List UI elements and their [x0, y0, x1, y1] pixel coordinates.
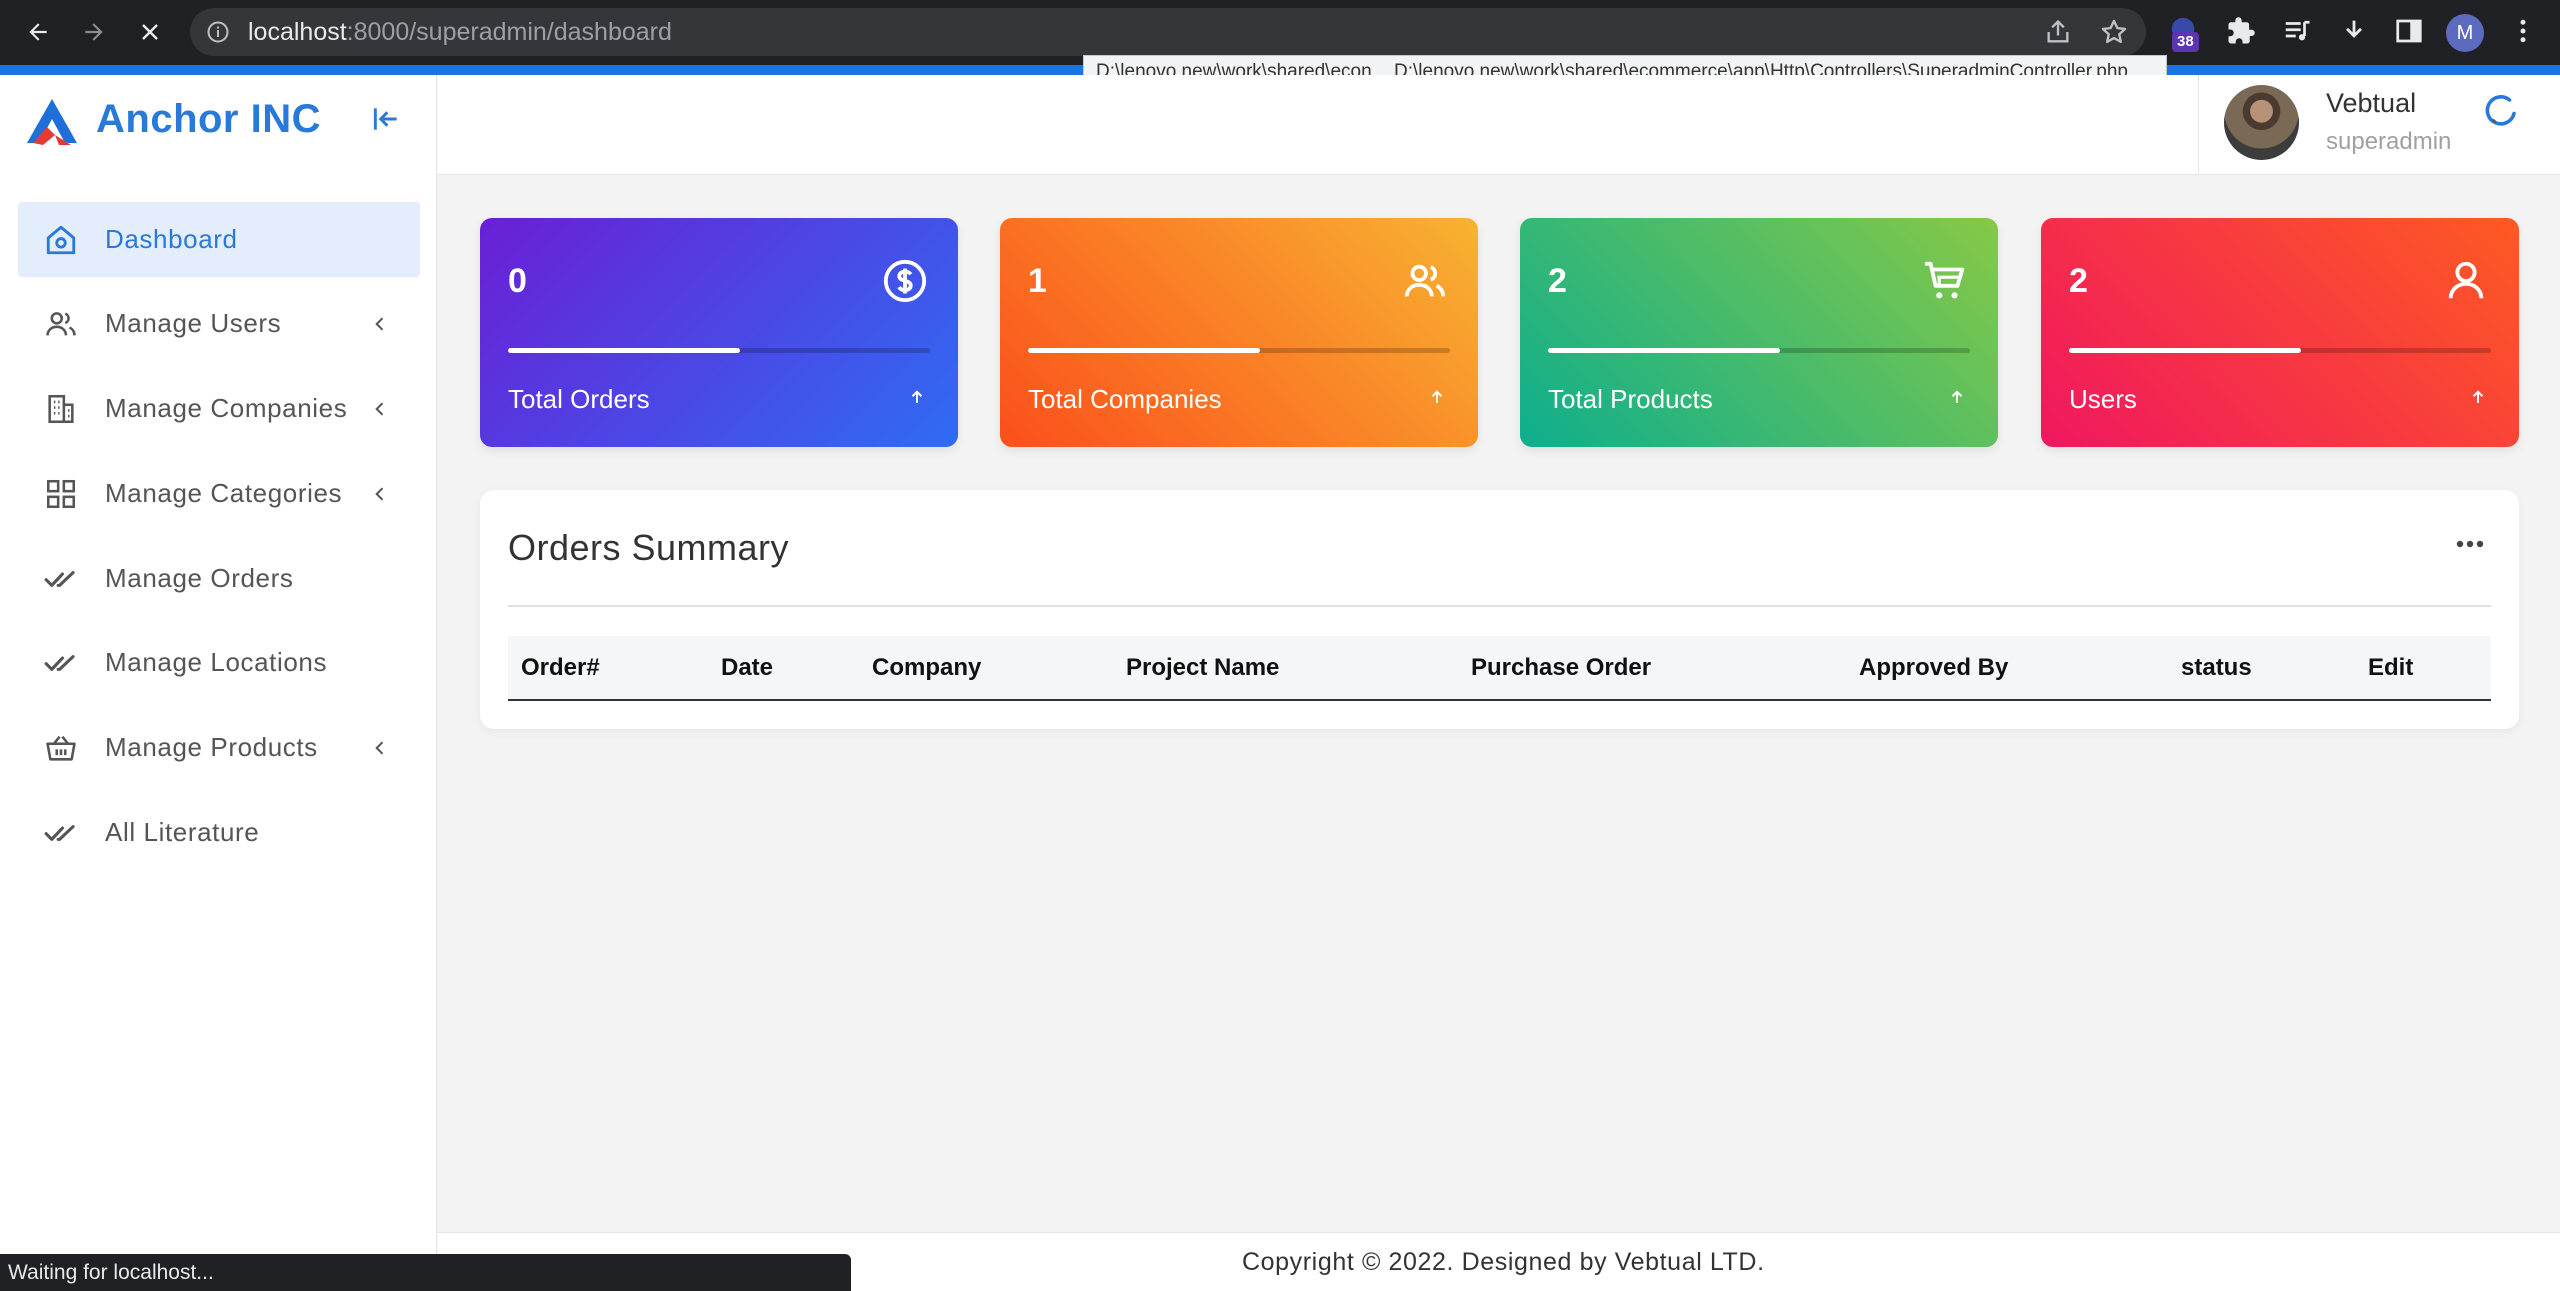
card-progress-fill: [1548, 348, 1781, 353]
card-progress-fill: [1028, 348, 1261, 353]
column-header[interactable]: Company: [859, 636, 1113, 701]
sidebar-item-manage-users[interactable]: Manage Users: [18, 286, 420, 361]
column-header[interactable]: Project Name: [1113, 636, 1458, 701]
column-header[interactable]: Date: [708, 636, 859, 701]
sidebar-item-manage-categories[interactable]: Manage Categories: [18, 456, 420, 531]
sidebar-item-label: Manage Categories: [105, 478, 343, 508]
card-label: Total Companies: [1028, 384, 1222, 414]
table-header-row: Order# Date Company Project Name Purchas…: [508, 636, 2491, 701]
url-path: :8000/superadmin/dashboard: [346, 18, 672, 46]
card-value: 1: [1028, 262, 1047, 300]
basket-icon: [44, 731, 78, 765]
home-icon: [44, 223, 78, 257]
card-value: 2: [1548, 262, 1567, 300]
card-label: Total Products: [1548, 384, 1713, 414]
kebab-menu-icon[interactable]: [2508, 16, 2538, 46]
sidebar-item-manage-locations[interactable]: Manage Locations: [18, 625, 420, 700]
column-header[interactable]: Edit: [2355, 636, 2491, 701]
card-value: 2: [2069, 262, 2088, 300]
url-text[interactable]: localhost:8000/superadmin/dashboard: [248, 18, 672, 46]
card-value: 0: [508, 262, 527, 300]
sidebar-item-label: All Literature: [105, 817, 260, 847]
sidebar-item-label: Manage Products: [105, 732, 318, 762]
card-progress-fill: [2069, 348, 2302, 353]
profile-avatar[interactable]: M: [2446, 14, 2484, 52]
divider: [508, 605, 2491, 607]
sidebar-item-manage-orders[interactable]: Manage Orders: [18, 541, 420, 616]
sidebar-item-label: Manage Orders: [105, 563, 294, 593]
arrow-up-icon: [1428, 388, 1446, 406]
more-options-icon[interactable]: [2455, 538, 2485, 550]
arrow-up-icon: [908, 388, 926, 406]
header-divider: [2198, 75, 2199, 175]
card-progress-track: [1028, 348, 1450, 353]
browser-status-bubble: Waiting for localhost...: [0, 1254, 851, 1291]
sidebar-item-manage-companies[interactable]: Manage Companies: [18, 371, 420, 446]
card-progress-fill: [508, 348, 741, 353]
sidebar-item-label: Dashboard: [105, 224, 238, 254]
arrow-up-icon: [1948, 388, 1966, 406]
anchor-logo-icon[interactable]: [25, 97, 79, 147]
card-progress-track: [508, 348, 930, 353]
chevron-left-icon: [370, 399, 390, 419]
double-check-icon: [44, 646, 78, 680]
brand-name[interactable]: Anchor INC: [96, 97, 321, 142]
sidebar-item-label: Manage Locations: [105, 647, 328, 677]
user-name[interactable]: Vebtual: [2326, 88, 2416, 119]
double-check-icon: [44, 562, 78, 596]
user-role: superadmin: [2326, 128, 2452, 155]
column-header[interactable]: status: [2168, 636, 2355, 701]
side-panel-icon[interactable]: [2394, 16, 2424, 46]
arrow-up-icon: [2469, 388, 2487, 406]
download-icon[interactable]: [2340, 16, 2368, 44]
building-icon: [44, 392, 78, 426]
sidebar-item-manage-products[interactable]: Manage Products: [18, 710, 420, 785]
cart-icon: [1922, 258, 1968, 304]
sidebar-item-label: Manage Companies: [105, 393, 348, 423]
copyright-text: Copyright © 2022. Designed by Vebtual LT…: [1242, 1248, 1765, 1276]
card-label: Total Orders: [508, 384, 650, 414]
chevron-left-icon: [370, 484, 390, 504]
sidebar-item-all-literature[interactable]: All Literature: [18, 795, 420, 870]
loading-spinner-icon: [2484, 94, 2520, 130]
url-host: localhost: [248, 18, 347, 46]
grid-icon: [44, 477, 78, 511]
bookmark-star-icon[interactable]: [2100, 18, 2128, 46]
user-icon: [2443, 258, 2489, 304]
forward-button[interactable]: [74, 12, 114, 52]
users-card[interactable]: 2 Users: [2041, 218, 2519, 447]
stop-loading-button[interactable]: [130, 12, 170, 52]
back-button[interactable]: [18, 12, 58, 52]
arrow-right-icon: [85, 23, 103, 41]
user-avatar[interactable]: [2224, 85, 2299, 160]
extensions-puzzle-icon[interactable]: [2226, 16, 2256, 46]
chevron-left-icon: [370, 314, 390, 334]
chevron-left-icon: [370, 738, 390, 758]
total-companies-card[interactable]: 1 Total Companies: [1000, 218, 1478, 447]
card-progress-track: [2069, 348, 2491, 353]
orders-summary-title: Orders Summary: [508, 527, 790, 568]
media-queue-icon[interactable]: [2282, 16, 2312, 46]
orders-table: Order# Date Company Project Name Purchas…: [508, 636, 2491, 701]
site-info-icon[interactable]: [206, 20, 230, 44]
column-header[interactable]: Approved By: [1846, 636, 2168, 701]
arrow-left-icon: [29, 23, 47, 41]
column-header[interactable]: Order#: [508, 636, 708, 701]
card-label: Users: [2069, 384, 2137, 414]
users-icon: [1402, 258, 1448, 304]
share-icon[interactable]: [2044, 18, 2072, 46]
dollar-circle-icon: [882, 258, 928, 304]
extension-badge: 38: [2172, 32, 2199, 52]
total-orders-card[interactable]: 0 Total Orders: [480, 218, 958, 447]
double-check-icon: [44, 816, 78, 850]
close-icon: [142, 24, 158, 40]
sidebar-item-label: Manage Users: [105, 308, 282, 338]
sidebar-item-dashboard[interactable]: Dashboard: [18, 202, 420, 277]
column-header[interactable]: Purchase Order: [1458, 636, 1846, 701]
card-progress-track: [1548, 348, 1970, 353]
collapse-sidebar-icon[interactable]: [370, 103, 402, 135]
users-icon: [44, 307, 78, 341]
total-products-card[interactable]: 2 Total Products: [1520, 218, 1998, 447]
